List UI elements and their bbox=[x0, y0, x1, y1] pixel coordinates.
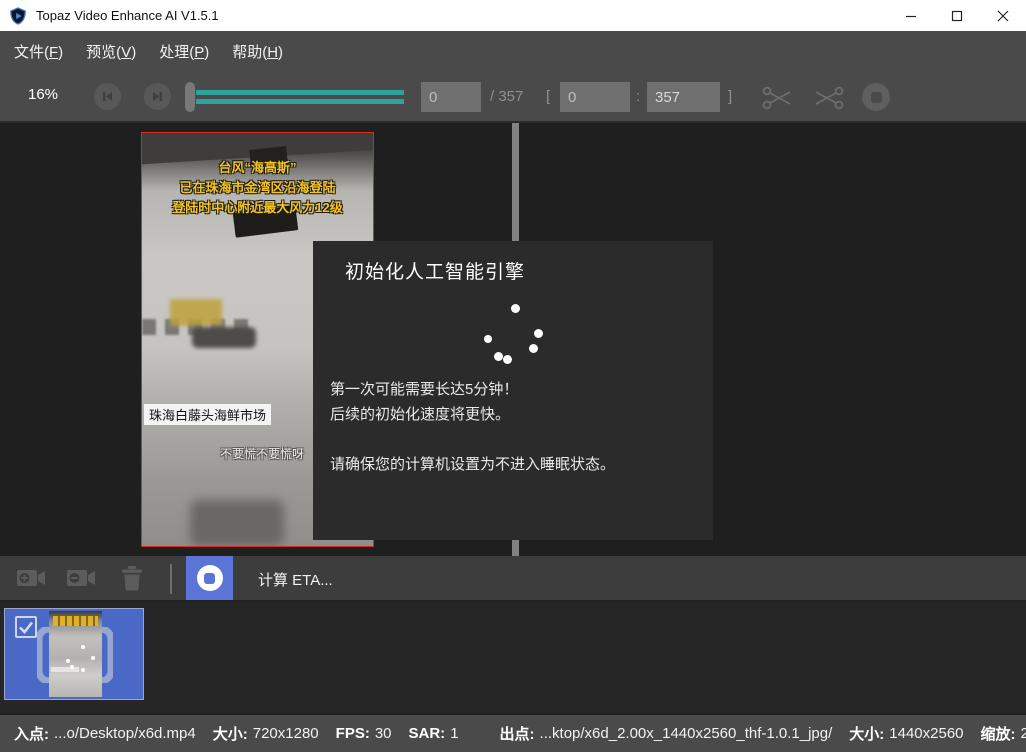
skip-to-end-button[interactable] bbox=[144, 83, 171, 110]
minimize-button[interactable] bbox=[888, 0, 934, 31]
app-logo-icon bbox=[9, 7, 27, 25]
zoom-readout: 16% bbox=[28, 86, 58, 103]
skip-to-start-button[interactable] bbox=[94, 83, 121, 110]
stop-processing-button[interactable] bbox=[186, 556, 233, 600]
total-frames-label: / 357 bbox=[490, 88, 523, 105]
dialog-title: 初始化人工智能引擎 bbox=[345, 257, 525, 284]
remove-video-icon bbox=[65, 566, 99, 590]
dialog-line-3: 请确保您的计算机设置为不进入睡眠状态。 bbox=[330, 452, 615, 477]
status-in-point: 入点:...o/Desktop/x6d.mp4 bbox=[14, 723, 196, 744]
trash-icon bbox=[118, 564, 146, 592]
minimize-icon bbox=[905, 10, 917, 22]
eta-status-text: 计算 ETA... bbox=[258, 569, 333, 590]
init-engine-dialog: 初始化人工智能引擎 第一次可能需要长达5分钟！ 后续的初始化速度将更快。 请确保… bbox=[313, 241, 713, 540]
dialog-line-2: 后续的初始化速度将更快。 bbox=[330, 402, 615, 427]
dialog-line-1: 第一次可能需要长达5分钟！ bbox=[330, 377, 615, 402]
thumbnail-strip bbox=[0, 602, 1026, 713]
status-bar: 入点:...o/Desktop/x6d.mp4 大小:720x1280 FPS:… bbox=[0, 715, 1026, 752]
title-bar: Topaz Video Enhance AI V1.5.1 bbox=[0, 0, 1026, 31]
remove-video-button[interactable] bbox=[65, 566, 99, 593]
trim-out-button[interactable] bbox=[812, 85, 844, 114]
thumbnail-checkbox[interactable] bbox=[15, 616, 37, 638]
current-frame-input[interactable] bbox=[421, 82, 481, 112]
toolbar-stop-button[interactable] bbox=[862, 83, 890, 111]
process-toolbar: 计算 ETA... bbox=[0, 556, 1026, 602]
scissors-right-icon bbox=[812, 85, 844, 111]
window-controls bbox=[888, 0, 1026, 31]
thumbnail-caption-smear bbox=[51, 667, 79, 672]
video-location-label: 珠海白藤头海鲜市场 bbox=[144, 404, 271, 425]
range-open-bracket: [ bbox=[546, 88, 550, 105]
menu-help[interactable]: 帮助(H) bbox=[232, 41, 283, 62]
menu-preview[interactable]: 预览(V) bbox=[86, 41, 136, 62]
menu-process[interactable]: 处理(P) bbox=[159, 41, 209, 62]
video-headline: 台风“海高斯” 已在珠海市金湾区沿海登陆 登陆时中心附近最大风力12级 bbox=[142, 158, 373, 218]
trim-in-button[interactable] bbox=[762, 85, 794, 114]
video-excavator bbox=[170, 299, 222, 326]
status-in-size: 大小:720x1280 bbox=[213, 723, 319, 744]
playback-toolbar: 16% / 357 [ : ] bbox=[0, 72, 1026, 123]
range-end-input[interactable] bbox=[647, 82, 720, 112]
menu-bar: 文件(F) 预览(V) 处理(P) 帮助(H) bbox=[0, 31, 1026, 72]
timeline-slider-handle[interactable] bbox=[185, 82, 195, 112]
range-separator: : bbox=[636, 88, 640, 105]
range-start-input[interactable] bbox=[560, 82, 630, 112]
skip-end-icon bbox=[151, 90, 164, 103]
range-close-bracket: ] bbox=[728, 88, 732, 105]
video-caption: 不要慌不要慌呀 bbox=[220, 445, 304, 462]
status-zoom: 缩放:200% bbox=[981, 723, 1026, 744]
thumbnail-image bbox=[49, 611, 102, 697]
timeline-slider-track[interactable] bbox=[196, 90, 404, 104]
status-sar: SAR:1 bbox=[409, 725, 459, 742]
toolbar-divider bbox=[170, 564, 172, 594]
add-video-icon bbox=[15, 566, 49, 590]
status-out-size: 大小:1440x2560 bbox=[849, 723, 963, 744]
thumbnail-headline-smear bbox=[53, 616, 98, 626]
add-video-button[interactable] bbox=[15, 566, 49, 593]
main-preview-area: 台风“海高斯” 已在珠海市金湾区沿海登陆 登陆时中心附近最大风力12级 珠海白藤… bbox=[0, 123, 1026, 556]
maximize-button[interactable] bbox=[934, 0, 980, 31]
dialog-body: 第一次可能需要长达5分钟！ 后续的初始化速度将更快。 请确保您的计算机设置为不进… bbox=[330, 377, 615, 477]
checkmark-icon bbox=[17, 618, 35, 636]
skip-start-icon bbox=[101, 90, 114, 103]
app-window: Topaz Video Enhance AI V1.5.1 文件(F) 预览(V… bbox=[0, 0, 1026, 752]
stop-icon bbox=[871, 92, 882, 103]
status-out-point: 出点:...ktop/x6d_2.00x_1440x2560_thf-1.0.1… bbox=[500, 723, 833, 744]
maximize-icon bbox=[951, 10, 963, 22]
close-button[interactable] bbox=[980, 0, 1026, 31]
status-fps: FPS:30 bbox=[336, 725, 392, 742]
video-water-shadow bbox=[190, 500, 284, 546]
stop-processing-icon bbox=[197, 565, 223, 591]
video-car bbox=[192, 327, 256, 348]
window-title: Topaz Video Enhance AI V1.5.1 bbox=[36, 8, 219, 23]
close-icon bbox=[997, 10, 1009, 22]
video-thumbnail-tile[interactable] bbox=[4, 608, 144, 700]
delete-video-button[interactable] bbox=[118, 564, 146, 595]
scissors-left-icon bbox=[762, 85, 794, 111]
menu-file[interactable]: 文件(F) bbox=[14, 41, 63, 62]
